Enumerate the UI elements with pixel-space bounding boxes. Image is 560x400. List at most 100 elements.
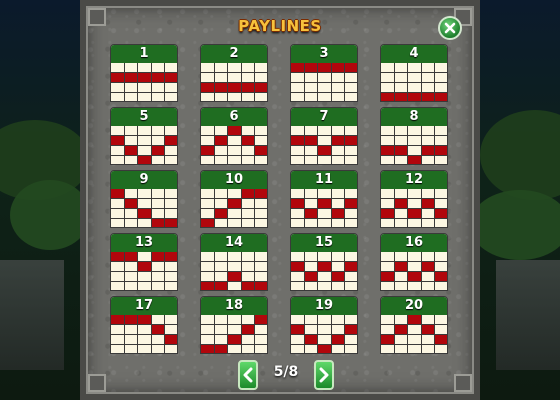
payline-cell bbox=[381, 189, 395, 199]
payline-pattern bbox=[201, 126, 267, 164]
payline-cell bbox=[228, 345, 242, 353]
payline-cell-active bbox=[165, 335, 177, 345]
payline-cell-active bbox=[291, 199, 305, 209]
payline-cell bbox=[345, 345, 357, 353]
payline-cell-active bbox=[165, 136, 177, 146]
close-button[interactable] bbox=[438, 16, 462, 40]
payline-cell bbox=[214, 199, 229, 209]
payline-cell bbox=[255, 219, 267, 227]
payline-cell bbox=[138, 136, 152, 146]
payline-cell bbox=[214, 126, 229, 136]
payline-cell bbox=[255, 93, 267, 101]
payline-cell bbox=[408, 199, 422, 209]
payline-cell bbox=[111, 209, 125, 219]
payline-cell bbox=[201, 252, 215, 262]
payline-card: 3 bbox=[290, 44, 358, 102]
next-page-button[interactable] bbox=[314, 360, 334, 390]
payline-cell-active bbox=[111, 189, 125, 199]
payline-cell bbox=[165, 315, 177, 325]
payline-cell-active bbox=[381, 335, 395, 345]
payline-cell bbox=[318, 189, 332, 199]
payline-cell bbox=[435, 252, 447, 262]
payline-cell-active bbox=[241, 136, 256, 146]
payline-cell bbox=[304, 126, 319, 136]
payline-cell bbox=[228, 219, 242, 227]
corner-ornament bbox=[88, 374, 106, 392]
payline-cell bbox=[318, 272, 332, 282]
payline-cell-active bbox=[394, 199, 409, 209]
payline-cell-active bbox=[421, 199, 436, 209]
stone-pillar-left bbox=[0, 260, 64, 370]
payline-cell-active bbox=[124, 199, 139, 209]
payline-cell bbox=[255, 272, 267, 282]
payline-cell-active bbox=[408, 209, 422, 219]
background-foliage bbox=[10, 180, 90, 250]
payline-card: 7 bbox=[290, 107, 358, 165]
payline-cell bbox=[201, 199, 215, 209]
payline-cell bbox=[151, 262, 166, 272]
payline-cell bbox=[318, 126, 332, 136]
payline-cell-active bbox=[394, 262, 409, 272]
payline-number: 16 bbox=[381, 234, 447, 252]
payline-cell bbox=[421, 209, 436, 219]
page-title: PAYLINES bbox=[238, 17, 322, 35]
payline-cell-active bbox=[381, 93, 395, 101]
payline-cell bbox=[215, 219, 229, 227]
payline-cell bbox=[255, 136, 267, 146]
payline-number: 2 bbox=[201, 45, 267, 63]
background-foliage bbox=[470, 190, 560, 260]
payline-cell-active bbox=[111, 73, 125, 83]
page-indicator: 5/8 bbox=[273, 364, 299, 380]
payline-cell bbox=[165, 146, 177, 156]
payline-cell bbox=[228, 262, 242, 272]
payline-cell bbox=[228, 282, 242, 290]
payline-cell bbox=[255, 335, 267, 345]
payline-cell bbox=[435, 126, 447, 136]
payline-cell-active bbox=[435, 209, 447, 219]
payline-cell bbox=[111, 199, 125, 209]
chevron-left-icon bbox=[243, 367, 253, 383]
payline-cell bbox=[291, 219, 305, 227]
payline-cell bbox=[331, 146, 346, 156]
payline-cell bbox=[291, 93, 305, 101]
payline-cell bbox=[332, 345, 346, 353]
payline-cell bbox=[435, 199, 447, 209]
payline-cell bbox=[111, 93, 125, 101]
payline-cell bbox=[165, 282, 177, 290]
prev-page-button[interactable] bbox=[238, 360, 258, 390]
payline-cell bbox=[138, 335, 152, 345]
payline-cell bbox=[201, 126, 215, 136]
payline-cell bbox=[214, 272, 229, 282]
payline-cell bbox=[421, 272, 436, 282]
payline-number: 9 bbox=[111, 171, 177, 189]
payline-pattern bbox=[201, 252, 267, 290]
payline-cell-active bbox=[435, 93, 447, 101]
payline-cell bbox=[165, 325, 177, 335]
payline-cell bbox=[111, 219, 125, 227]
payline-cell bbox=[422, 345, 436, 353]
chevron-right-icon bbox=[319, 367, 329, 383]
payline-cell bbox=[318, 252, 332, 262]
payline-cell bbox=[255, 209, 267, 219]
payline-cell-active bbox=[138, 315, 152, 325]
payline-cell bbox=[138, 63, 152, 73]
payline-cell bbox=[215, 156, 229, 164]
payline-cell-active bbox=[111, 136, 125, 146]
payline-cell bbox=[408, 335, 422, 345]
payline-cell bbox=[381, 156, 395, 164]
payline-cell-active bbox=[228, 272, 242, 282]
payline-cell bbox=[345, 335, 357, 345]
payline-cell bbox=[394, 73, 409, 83]
payline-cell bbox=[124, 83, 139, 93]
payline-cell-active bbox=[291, 136, 305, 146]
payline-cell-active bbox=[331, 209, 346, 219]
corner-ornament bbox=[454, 374, 472, 392]
payline-cell bbox=[304, 73, 319, 83]
payline-cell bbox=[138, 282, 152, 290]
payline-cell bbox=[255, 126, 267, 136]
payline-cell bbox=[381, 83, 395, 93]
payline-number: 15 bbox=[291, 234, 357, 252]
payline-cell bbox=[318, 136, 332, 146]
payline-cell bbox=[291, 189, 305, 199]
payline-cell bbox=[241, 126, 256, 136]
